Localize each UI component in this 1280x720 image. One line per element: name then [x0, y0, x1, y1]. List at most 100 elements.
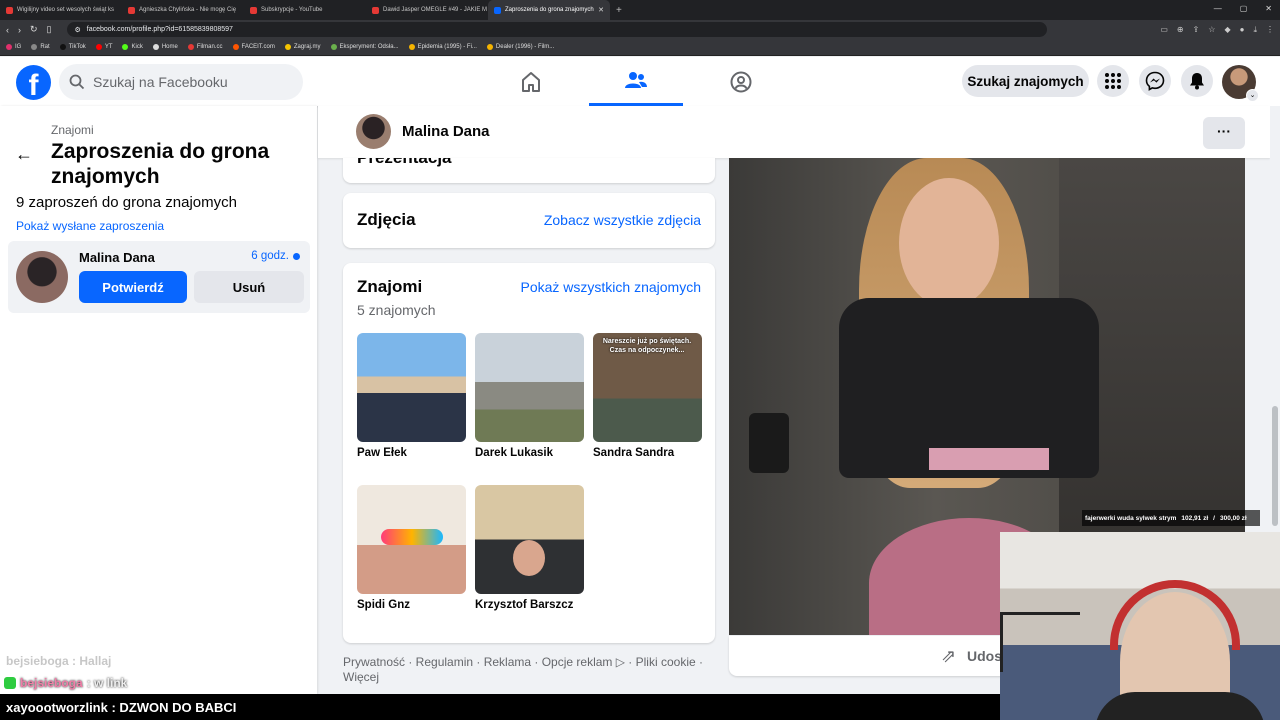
- friend-request-card[interactable]: Malina Dana 6 godz. Potwierdź Usuń: [8, 241, 310, 313]
- see-all-photos-link[interactable]: Zobacz wszystkie zdjęcia: [544, 212, 701, 228]
- notifications-button[interactable]: [1181, 65, 1213, 97]
- friend-tile[interactable]: Darek Lukasik: [475, 333, 584, 459]
- tiktok-icon: [59, 44, 66, 50]
- friend-name[interactable]: Spidi Gnz: [357, 599, 466, 611]
- minimize-icon[interactable]: —: [1214, 4, 1222, 13]
- page-scrollbar[interactable]: [1270, 106, 1280, 532]
- share-icon[interactable]: ⇗: [941, 646, 956, 667]
- footer-links[interactable]: Prywatność · Regulamin · Reklama · Opcje…: [343, 655, 715, 685]
- find-friends-button[interactable]: Szukaj znajomych: [962, 65, 1089, 97]
- bookmark-item[interactable]: IG: [6, 44, 21, 50]
- friend-name[interactable]: Paw Ełek: [357, 447, 466, 459]
- facebook-logo[interactable]: f: [16, 65, 51, 100]
- account-avatar[interactable]: ⌄: [1222, 65, 1259, 102]
- extension-icon[interactable]: ●: [1240, 25, 1245, 35]
- search-input[interactable]: Szukaj na Facebooku: [59, 64, 303, 100]
- friend-name[interactable]: Sandra Sandra: [593, 447, 702, 459]
- facebook-header: f Szukaj na Facebooku Szukaj znajomych ⌄: [0, 57, 1280, 106]
- friends-icon: [625, 72, 647, 88]
- youtube-favicon-icon: [128, 6, 135, 14]
- see-all-friends-link[interactable]: Pokaż wszystkich znajomych: [520, 279, 701, 295]
- nav-home[interactable]: [484, 57, 578, 106]
- reload-icon[interactable]: ↻: [30, 24, 38, 35]
- friend-name[interactable]: Darek Lukasik: [475, 447, 584, 459]
- friend-photo[interactable]: Nareszcie już po świętach. Czas na odpoc…: [593, 333, 702, 442]
- breadcrumb[interactable]: Znajomi: [51, 123, 94, 137]
- close-tab-icon[interactable]: ✕: [598, 6, 604, 14]
- bookmark-icon[interactable]: ▯: [47, 24, 52, 35]
- friends-title[interactable]: Znajomi: [357, 277, 422, 297]
- profile-sticky-header: Malina Dana ···: [318, 106, 1270, 158]
- requester-name[interactable]: Malina Dana: [79, 250, 155, 265]
- close-window-icon[interactable]: ✕: [1265, 4, 1272, 13]
- bookmark-item[interactable]: Rat: [31, 44, 50, 50]
- bookmark-item[interactable]: Kick: [122, 44, 143, 50]
- bookmark-item[interactable]: Eksperyment: Odsła...: [330, 44, 399, 50]
- photo-detail: [929, 448, 1049, 470]
- friends-card: Znajomi Pokaż wszystkich znajomych 5 zna…: [343, 263, 715, 643]
- star-icon[interactable]: ☆: [1208, 25, 1215, 35]
- view-sent-requests-link[interactable]: Pokaż wysłane zaproszenia: [16, 219, 164, 233]
- bookmark-item[interactable]: Home: [152, 44, 178, 50]
- profile-name[interactable]: Malina Dana: [402, 123, 490, 140]
- browser-tab[interactable]: Wigilijny video set wesołych świąt ks: [0, 0, 122, 20]
- bookmark-item[interactable]: TikTok: [59, 44, 86, 50]
- messenger-button[interactable]: [1139, 65, 1171, 97]
- bookmark-item[interactable]: YT: [95, 44, 112, 50]
- photo-detail: [749, 413, 789, 473]
- stream-chat-bar: xayoootworzlink : DZWON DO BABCI: [0, 694, 1000, 720]
- scrollbar-thumb[interactable]: [1272, 406, 1278, 526]
- friend-tile[interactable]: Nareszcie już po świętach. Czas na odpoc…: [593, 333, 702, 459]
- bookmark-item[interactable]: Filman.cc: [187, 44, 223, 50]
- site-info-icon[interactable]: ⚙: [75, 26, 81, 34]
- menu-icon[interactable]: ⋮: [1266, 25, 1274, 35]
- chevron-down-icon: ⌄: [1246, 89, 1259, 102]
- friend-name[interactable]: Krzysztof Barszcz: [475, 599, 584, 611]
- chat-message-faded: bejsieboga : Hallaj: [6, 654, 112, 668]
- friend-photo[interactable]: [357, 485, 466, 594]
- friend-tile[interactable]: Spidi Gnz: [357, 485, 466, 611]
- bookmark-item[interactable]: FACEIT.com: [232, 44, 275, 50]
- avatar[interactable]: [16, 251, 68, 303]
- bookmark-item[interactable]: Epidemia (1995) - Fi...: [408, 44, 477, 50]
- zoom-icon[interactable]: ⊕: [1177, 25, 1184, 35]
- bookmark-icon: [486, 44, 493, 50]
- friend-photo[interactable]: [475, 333, 584, 442]
- unread-dot-icon: [293, 252, 300, 260]
- extension-icon[interactable]: ◆: [1224, 25, 1230, 35]
- browser-tab[interactable]: Dawid Jasper OMEGLE #49 - JAKIE M: [366, 0, 488, 20]
- extensions-area: ▭ ⊕ ⇪ ☆ ◆ ● ⤓ ⋮: [1160, 25, 1274, 35]
- url-field[interactable]: ⚙ facebook.com/profile.php?id=6158583980…: [66, 22, 1047, 37]
- delete-button[interactable]: Usuń: [194, 271, 304, 303]
- extension-icon[interactable]: ▭: [1160, 25, 1168, 35]
- friend-photo[interactable]: [475, 485, 584, 594]
- profile-avatar[interactable]: [356, 114, 391, 149]
- nav-friends[interactable]: [589, 57, 683, 106]
- instagram-icon: [6, 44, 12, 50]
- download-icon[interactable]: ⤓: [1253, 25, 1257, 35]
- browser-tab[interactable]: Agnieszka Chylińska - Nie mogę Cię: [122, 0, 244, 20]
- chat-message: bejsieboga : w link: [4, 676, 127, 690]
- confirm-button[interactable]: Potwierdź: [79, 271, 187, 303]
- forward-nav-icon[interactable]: ›: [18, 25, 21, 35]
- bookmark-item[interactable]: Zagraj.my: [284, 44, 321, 50]
- requests-count: 9 zaproszeń do grona znajomych: [16, 194, 237, 211]
- nav-groups[interactable]: [694, 57, 788, 106]
- back-nav-icon[interactable]: ‹: [6, 25, 9, 35]
- photos-title[interactable]: Zdjęcia: [357, 210, 416, 230]
- share-page-icon[interactable]: ⇪: [1193, 25, 1200, 35]
- friend-tile[interactable]: Krzysztof Barszcz: [475, 485, 584, 611]
- menu-button[interactable]: [1097, 65, 1129, 97]
- browser-tab[interactable]: Subskrypcje - YouTube: [244, 0, 366, 20]
- maximize-icon[interactable]: ▢: [1240, 4, 1248, 13]
- chat-badge-icon: [4, 677, 16, 689]
- bookmark-item[interactable]: Dealer (1996) - Film...: [486, 44, 554, 50]
- more-options-button[interactable]: ···: [1203, 117, 1245, 149]
- friend-tile[interactable]: Paw Ełek: [357, 333, 466, 459]
- webcam-detail: [1095, 692, 1265, 720]
- new-tab-icon[interactable]: +: [610, 5, 628, 16]
- browser-tab-active[interactable]: Zaproszenia do grona znajomych ✕: [488, 0, 610, 20]
- back-arrow-icon[interactable]: ←: [15, 144, 33, 165]
- bookmarks-bar: IG Rat TikTok YT Kick Home Filman.cc FAC…: [0, 39, 1280, 56]
- friend-photo[interactable]: [357, 333, 466, 442]
